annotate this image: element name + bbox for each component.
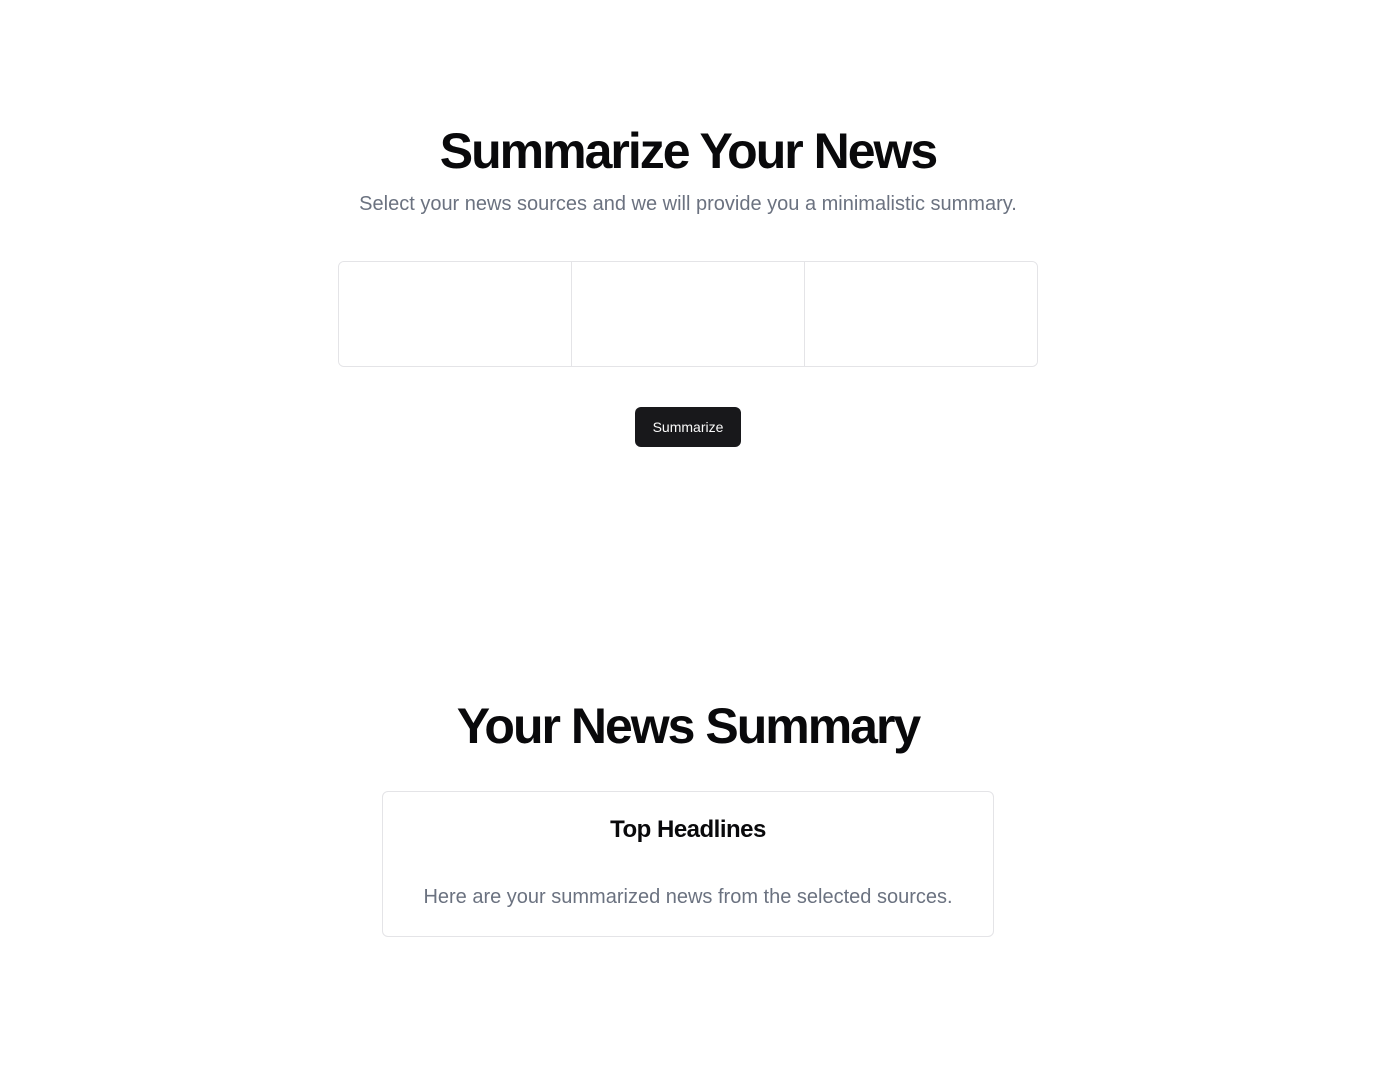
summary-card: Top Headlines Here are your summarized n…: [382, 791, 994, 937]
news-source-option-1[interactable]: [339, 262, 571, 366]
summary-card-body: Here are your summarized news from the s…: [423, 886, 953, 908]
news-sources-panel: [338, 261, 1038, 367]
summarize-button[interactable]: Summarize: [635, 407, 741, 447]
summary-section-title: Your News Summary: [456, 698, 921, 754]
news-source-option-2[interactable]: [571, 262, 804, 366]
news-source-option-3[interactable]: [804, 262, 1037, 366]
summary-card-heading: Top Headlines: [610, 816, 766, 843]
page: Summarize Your News Select your news sou…: [0, 0, 1376, 1065]
page-title: Summarize Your News: [439, 123, 938, 179]
page-subtitle: Select your news sources and we will pro…: [359, 193, 1017, 215]
